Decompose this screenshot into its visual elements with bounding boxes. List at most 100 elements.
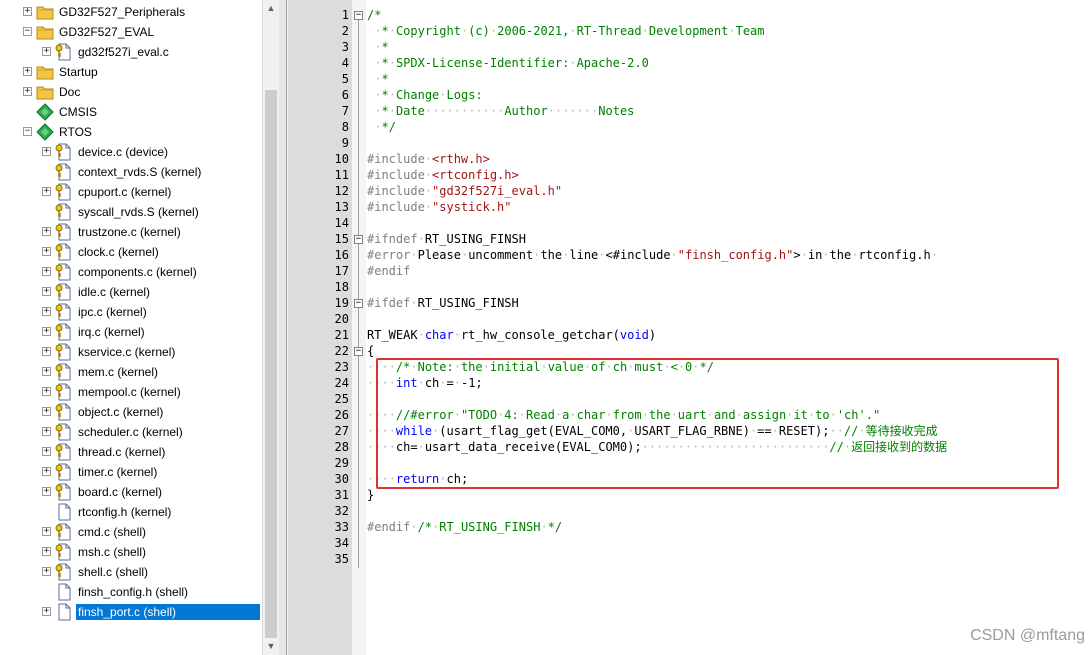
expand-icon[interactable]: + xyxy=(42,547,51,556)
tree-item-label[interactable]: finsh_config.h (shell) xyxy=(76,584,190,600)
code-line[interactable]: #include·"systick.h" xyxy=(367,199,512,215)
code-line[interactable]: ·*·Copyright·(c)·2006-2021,·RT-Thread·De… xyxy=(367,23,764,39)
tree-item[interactable]: + finsh_port.c (shell) xyxy=(0,602,262,622)
code-line[interactable]: #endif·/*·RT_USING_FINSH·*/ xyxy=(367,519,562,535)
tree-item-label[interactable]: board.c (kernel) xyxy=(76,484,164,500)
tree-item-label[interactable]: Doc xyxy=(57,84,82,100)
expand-icon[interactable]: + xyxy=(42,527,51,536)
code-editor[interactable]: /* ·*·Copyright·(c)·2006-2021,·RT-Thread… xyxy=(288,0,1091,655)
collapse-icon[interactable]: − xyxy=(23,27,32,36)
tree-item[interactable]: + idle.c (kernel) xyxy=(0,282,262,302)
tree-item[interactable]: context_rvds.S (kernel) xyxy=(0,162,262,182)
expand-icon[interactable]: + xyxy=(42,447,51,456)
tree-item-label[interactable]: timer.c (kernel) xyxy=(76,464,159,480)
expand-icon[interactable]: + xyxy=(42,367,51,376)
expand-icon[interactable]: + xyxy=(42,147,51,156)
tree-item-label[interactable]: syscall_rvds.S (kernel) xyxy=(76,204,201,220)
tree-item-label[interactable]: CMSIS xyxy=(57,104,99,120)
tree-item[interactable]: + clock.c (kernel) xyxy=(0,242,262,262)
expand-icon[interactable]: + xyxy=(42,187,51,196)
tree-item[interactable]: + mempool.c (kernel) xyxy=(0,382,262,402)
tree-item-label[interactable]: device.c (device) xyxy=(76,144,170,160)
expand-icon[interactable]: + xyxy=(42,607,51,616)
code-line[interactable]: RT_WEAK·char·rt_hw_console_getchar(void) xyxy=(367,327,656,343)
tree-item[interactable]: + scheduler.c (kernel) xyxy=(0,422,262,442)
tree-item-label[interactable]: rtconfig.h (kernel) xyxy=(76,504,173,520)
expand-icon[interactable]: + xyxy=(42,287,51,296)
tree-item[interactable]: + trustzone.c (kernel) xyxy=(0,222,262,242)
tree-item[interactable]: + board.c (kernel) xyxy=(0,482,262,502)
expand-icon[interactable]: + xyxy=(42,347,51,356)
tree-item[interactable]: + Doc xyxy=(0,82,262,102)
tree-item[interactable]: + irq.c (kernel) xyxy=(0,322,262,342)
tree-item-label[interactable]: thread.c (kernel) xyxy=(76,444,167,460)
tree-item[interactable]: + kservice.c (kernel) xyxy=(0,342,262,362)
panel-splitter[interactable] xyxy=(279,0,287,655)
tree-item[interactable]: rtconfig.h (kernel) xyxy=(0,502,262,522)
code-line[interactable]: /* xyxy=(367,7,381,23)
tree-item-label[interactable]: trustzone.c (kernel) xyxy=(76,224,183,240)
tree-item[interactable]: + gd32f527i_eval.c xyxy=(0,42,262,62)
tree-item-label[interactable]: clock.c (kernel) xyxy=(76,244,161,260)
fold-toggle-icon[interactable]: − xyxy=(354,299,363,308)
expand-icon[interactable]: + xyxy=(42,487,51,496)
tree-item-label[interactable]: object.c (kernel) xyxy=(76,404,165,420)
tree-item-label[interactable]: GD32F527_EVAL xyxy=(57,24,156,40)
tree-item[interactable]: + GD32F527_Peripherals xyxy=(0,2,262,22)
code-line[interactable]: #error·Please·uncomment·the·line·<#inclu… xyxy=(367,247,938,263)
project-tree[interactable]: + GD32F527_Peripherals − GD32F527_EVAL + gd32… xyxy=(0,0,262,655)
tree-item-label[interactable]: mempool.c (kernel) xyxy=(76,384,183,400)
collapse-icon[interactable]: − xyxy=(23,127,32,136)
code-line[interactable]: ·*·Date···········Author·······Notes xyxy=(367,103,634,119)
tree-item[interactable]: + shell.c (shell) xyxy=(0,562,262,582)
tree-item[interactable]: + thread.c (kernel) xyxy=(0,442,262,462)
tree-item-label[interactable]: mem.c (kernel) xyxy=(76,364,160,380)
tree-item[interactable]: + timer.c (kernel) xyxy=(0,462,262,482)
tree-item-label[interactable]: cmd.c (shell) xyxy=(76,524,148,540)
tree-item[interactable]: + cpuport.c (kernel) xyxy=(0,182,262,202)
fold-toggle-icon[interactable]: − xyxy=(354,11,363,20)
tree-scrollbar[interactable]: ▲ ▼ xyxy=(262,0,279,655)
tree-item[interactable]: + object.c (kernel) xyxy=(0,402,262,422)
expand-icon[interactable]: + xyxy=(23,67,32,76)
expand-icon[interactable]: + xyxy=(42,227,51,236)
expand-icon[interactable]: + xyxy=(42,427,51,436)
tree-item[interactable]: − RTOS xyxy=(0,122,262,142)
code-line[interactable]: { xyxy=(367,343,374,359)
tree-item[interactable]: − GD32F527_EVAL xyxy=(0,22,262,42)
expand-icon[interactable]: + xyxy=(42,567,51,576)
expand-icon[interactable]: + xyxy=(42,47,51,56)
expand-icon[interactable]: + xyxy=(23,7,32,16)
tree-item-label[interactable]: kservice.c (kernel) xyxy=(76,344,177,360)
code-line[interactable]: ·* xyxy=(367,71,388,87)
scrollbar-thumb[interactable] xyxy=(265,90,277,638)
expand-icon[interactable]: + xyxy=(42,467,51,476)
tree-item-label[interactable]: finsh_port.c (shell) xyxy=(76,604,260,620)
tree-item-label[interactable]: shell.c (shell) xyxy=(76,564,150,580)
tree-item-label[interactable]: RTOS xyxy=(57,124,94,140)
code-line[interactable]: ·*·Change·Logs: xyxy=(367,87,482,103)
tree-item-label[interactable]: context_rvds.S (kernel) xyxy=(76,164,203,180)
tree-item-label[interactable]: msh.c (shell) xyxy=(76,544,148,560)
code-line[interactable]: ·*/ xyxy=(367,119,396,135)
tree-item-label[interactable]: Startup xyxy=(57,64,100,80)
expand-icon[interactable]: + xyxy=(42,407,51,416)
tree-item[interactable]: + mem.c (kernel) xyxy=(0,362,262,382)
tree-item[interactable]: + Startup xyxy=(0,62,262,82)
expand-icon[interactable]: + xyxy=(42,247,51,256)
code-line[interactable]: #ifdef·RT_USING_FINSH xyxy=(367,295,519,311)
tree-item-label[interactable]: irq.c (kernel) xyxy=(76,324,147,340)
code-line[interactable]: #include·"gd32f527i_eval.h" xyxy=(367,183,562,199)
tree-item[interactable]: syscall_rvds.S (kernel) xyxy=(0,202,262,222)
expand-icon[interactable]: + xyxy=(23,87,32,96)
fold-toggle-icon[interactable]: − xyxy=(354,347,363,356)
triangle-down-icon[interactable]: ▼ xyxy=(263,638,279,655)
tree-item-label[interactable]: GD32F527_Peripherals xyxy=(57,4,187,20)
code-line[interactable]: #ifndef·RT_USING_FINSH xyxy=(367,231,526,247)
tree-item[interactable]: finsh_config.h (shell) xyxy=(0,582,262,602)
tree-item[interactable]: + components.c (kernel) xyxy=(0,262,262,282)
tree-item-label[interactable]: ipc.c (kernel) xyxy=(76,304,149,320)
code-line[interactable]: ·*·SPDX-License-Identifier:·Apache-2.0 xyxy=(367,55,649,71)
expand-icon[interactable]: + xyxy=(42,267,51,276)
tree-item-label[interactable]: components.c (kernel) xyxy=(76,264,199,280)
